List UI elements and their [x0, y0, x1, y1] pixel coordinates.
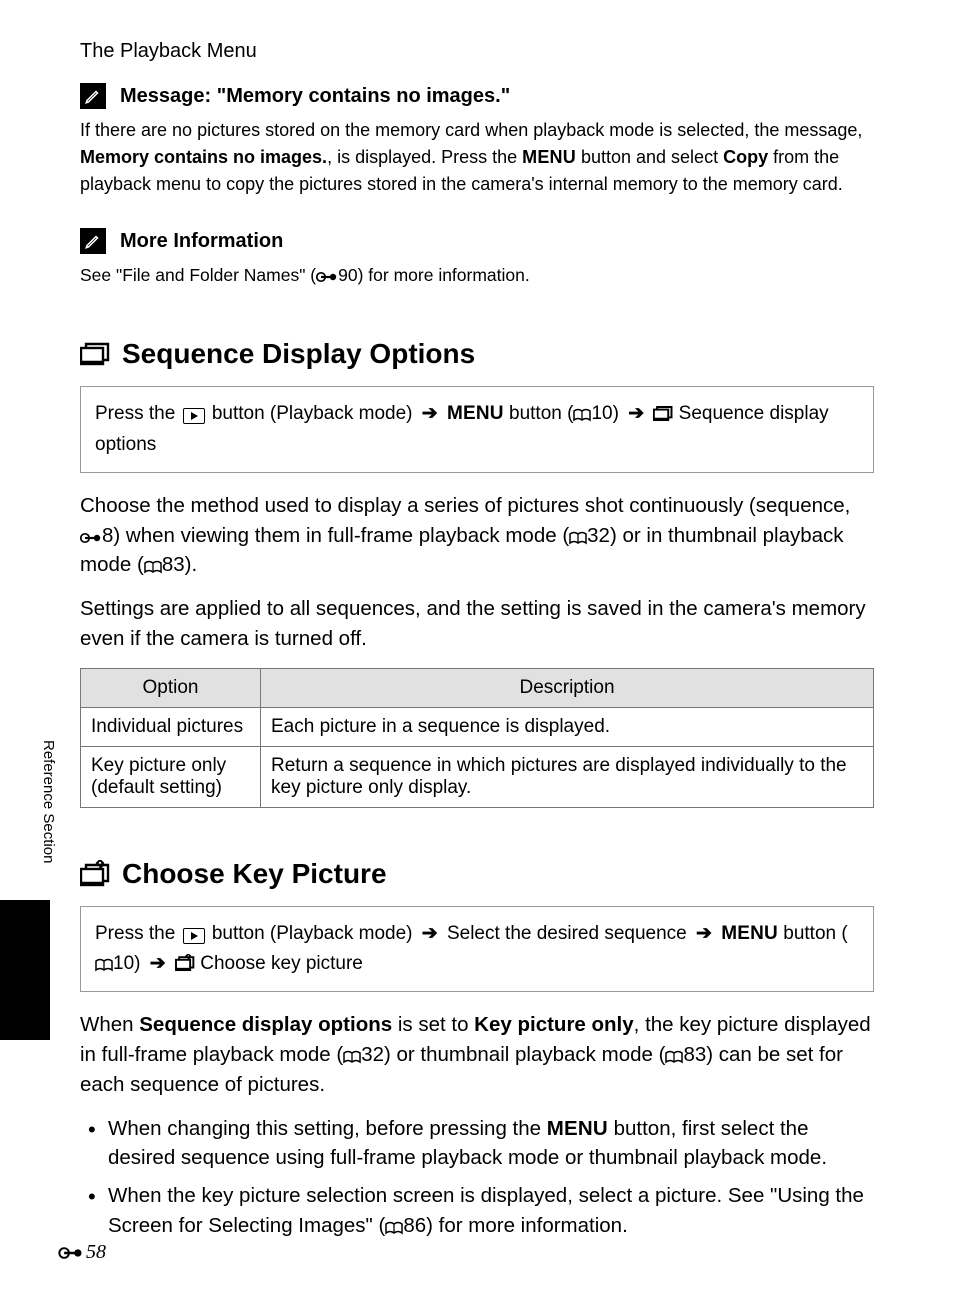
playback-icon [183, 928, 205, 944]
menu-label: MENU [721, 923, 778, 944]
table-header-option: Option [81, 668, 261, 707]
note-more-information: More Information See "File and Folder Na… [80, 228, 874, 288]
table-cell-desc: Each picture in a sequence is displayed. [261, 707, 874, 746]
options-table: Option Description Individual pictures E… [80, 668, 874, 808]
note-title: Message: "Memory contains no images." [120, 85, 510, 108]
para-choosekey: When Sequence display options is set to … [80, 1010, 874, 1099]
heading-choose-key-picture: Choose Key Picture [80, 858, 874, 890]
sidebar-tab [0, 900, 50, 1040]
pencil-icon [80, 83, 106, 109]
book-icon [569, 531, 587, 545]
table-cell-desc: Return a sequence in which pictures are … [261, 746, 874, 807]
list-item: When the key picture selection screen is… [86, 1181, 874, 1240]
section-title: Choose Key Picture [122, 858, 387, 890]
table-row: Individual pictures Each picture in a se… [81, 707, 874, 746]
book-icon [343, 1050, 361, 1064]
menu-label: MENU [447, 403, 504, 424]
page-header: The Playback Menu [80, 40, 874, 63]
para-sequence-2: Settings are applied to all sequences, a… [80, 594, 874, 653]
book-icon [573, 408, 591, 422]
arrow-icon: ➔ [150, 949, 166, 979]
arrow-icon: ➔ [628, 399, 644, 429]
page-number: 58 [58, 1241, 106, 1264]
section-title: Sequence Display Options [122, 338, 475, 370]
table-header-row: Option Description [81, 668, 874, 707]
sequence-icon [653, 405, 673, 422]
book-icon [144, 560, 162, 574]
sidebar-label: Reference Section [40, 740, 57, 863]
list-item: When changing this setting, before press… [86, 1114, 874, 1173]
table-cell-option: Key picture only (default setting) [81, 746, 261, 807]
key-picture-icon [175, 954, 195, 972]
book-icon [385, 1221, 403, 1235]
menu-label: MENU [522, 147, 576, 167]
arrow-icon: ➔ [422, 919, 438, 949]
note-body: If there are no pictures stored on the m… [80, 117, 874, 198]
table-row: Key picture only (default setting) Retur… [81, 746, 874, 807]
nav-path-choose-key: Press the button (Playback mode) ➔ Selec… [80, 906, 874, 993]
playback-icon [183, 408, 205, 424]
note-title: More Information [120, 230, 283, 253]
ref-icon [80, 531, 102, 545]
sequence-icon [80, 341, 110, 367]
ref-icon [58, 1245, 84, 1261]
book-icon [95, 958, 113, 972]
note-memory-contains-no-images: Message: "Memory contains no images." If… [80, 83, 874, 198]
arrow-icon: ➔ [422, 399, 438, 429]
menu-label: MENU [547, 1117, 608, 1140]
key-picture-icon [80, 860, 110, 888]
table-cell-option: Individual pictures [81, 707, 261, 746]
para-sequence-1: Choose the method used to display a seri… [80, 491, 874, 580]
book-icon [665, 1050, 683, 1064]
pencil-icon [80, 228, 106, 254]
arrow-icon: ➔ [696, 919, 712, 949]
ref-icon [316, 270, 338, 284]
bullet-list: When changing this setting, before press… [80, 1114, 874, 1241]
nav-path-sequence: Press the button (Playback mode) ➔ MENU … [80, 386, 874, 473]
table-header-description: Description [261, 668, 874, 707]
heading-sequence-display-options: Sequence Display Options [80, 338, 874, 370]
note-body: See "File and Folder Names" (90) for mor… [80, 262, 874, 288]
